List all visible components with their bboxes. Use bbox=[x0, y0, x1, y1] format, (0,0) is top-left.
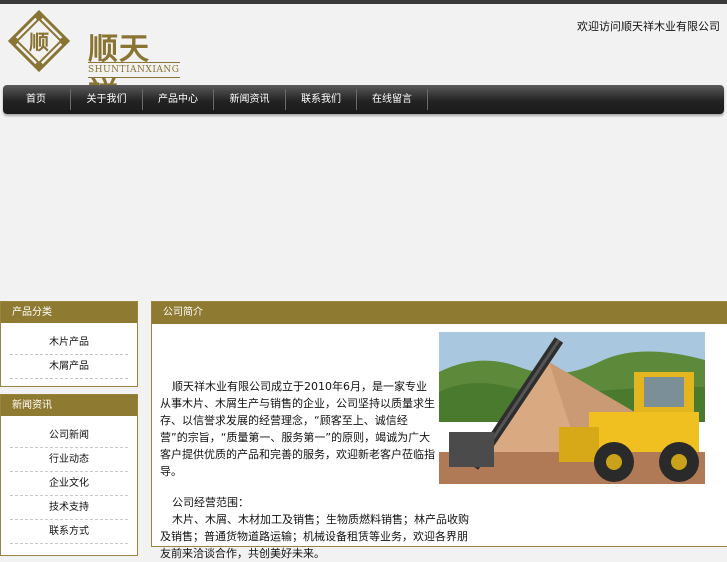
nav-item-news[interactable]: 新闻资讯 bbox=[214, 85, 285, 114]
about-panel: 公司简介 顺天祥木业有限公司成立于2010年6月，是一家专业从事木片、木屑生产与… bbox=[151, 301, 727, 560]
intro-paragraph: 顺天祥木业有限公司成立于2010年6月，是一家专业从事木片、木屑生产与销售的企业… bbox=[160, 380, 435, 478]
nav-item-contact[interactable]: 联系我们 bbox=[286, 85, 356, 114]
side-link[interactable]: 技术支持 bbox=[10, 496, 128, 520]
side-link[interactable]: 联系方式 bbox=[10, 520, 128, 544]
side-box-news: 新闻资讯 公司新闻 行业动态 企业文化 技术支持 联系方式 bbox=[0, 394, 138, 556]
logo-subtitle: SHUNTIANXIANG bbox=[88, 65, 180, 75]
nav-separator bbox=[427, 89, 428, 110]
site-logo[interactable]: 顺 顺天祥 SHUNTIANXIANG bbox=[8, 10, 180, 111]
side-box-title: 新闻资讯 bbox=[1, 395, 137, 416]
side-box-title: 产品分类 bbox=[1, 302, 137, 323]
company-photo bbox=[439, 332, 705, 484]
logo-divider bbox=[88, 62, 180, 63]
logo-emblem-icon: 顺 bbox=[8, 10, 70, 72]
logo-mark: 顺 bbox=[29, 30, 49, 54]
side-box-products: 产品分类 木片产品 木屑产品 bbox=[0, 301, 138, 387]
scope-paragraph: 木片、木屑、木材加工及销售；生物质燃料销售；林产品收购及销售；普通货物道路运输；… bbox=[160, 513, 469, 560]
logo-divider bbox=[88, 77, 180, 78]
banner-area bbox=[0, 118, 727, 298]
nav-item-products[interactable]: 产品中心 bbox=[143, 85, 213, 114]
top-border bbox=[0, 0, 727, 4]
side-link[interactable]: 公司新闻 bbox=[10, 424, 128, 448]
side-link[interactable]: 木片产品 bbox=[10, 331, 128, 355]
nav-item-message[interactable]: 在线留言 bbox=[357, 85, 427, 114]
about-panel-title: 公司简介 bbox=[152, 302, 727, 324]
side-link[interactable]: 行业动态 bbox=[10, 448, 128, 472]
main-nav: 首页 关于我们 产品中心 新闻资讯 联系我们 在线留言 bbox=[3, 85, 724, 114]
side-link[interactable]: 企业文化 bbox=[10, 472, 128, 496]
nav-item-home[interactable]: 首页 bbox=[3, 85, 69, 114]
scope-heading: 公司经营范围： bbox=[172, 496, 249, 509]
welcome-text: 欢迎访问顺天祥木业有限公司 bbox=[577, 20, 720, 33]
nav-item-about[interactable]: 关于我们 bbox=[71, 85, 142, 114]
side-link[interactable]: 木屑产品 bbox=[10, 355, 128, 379]
